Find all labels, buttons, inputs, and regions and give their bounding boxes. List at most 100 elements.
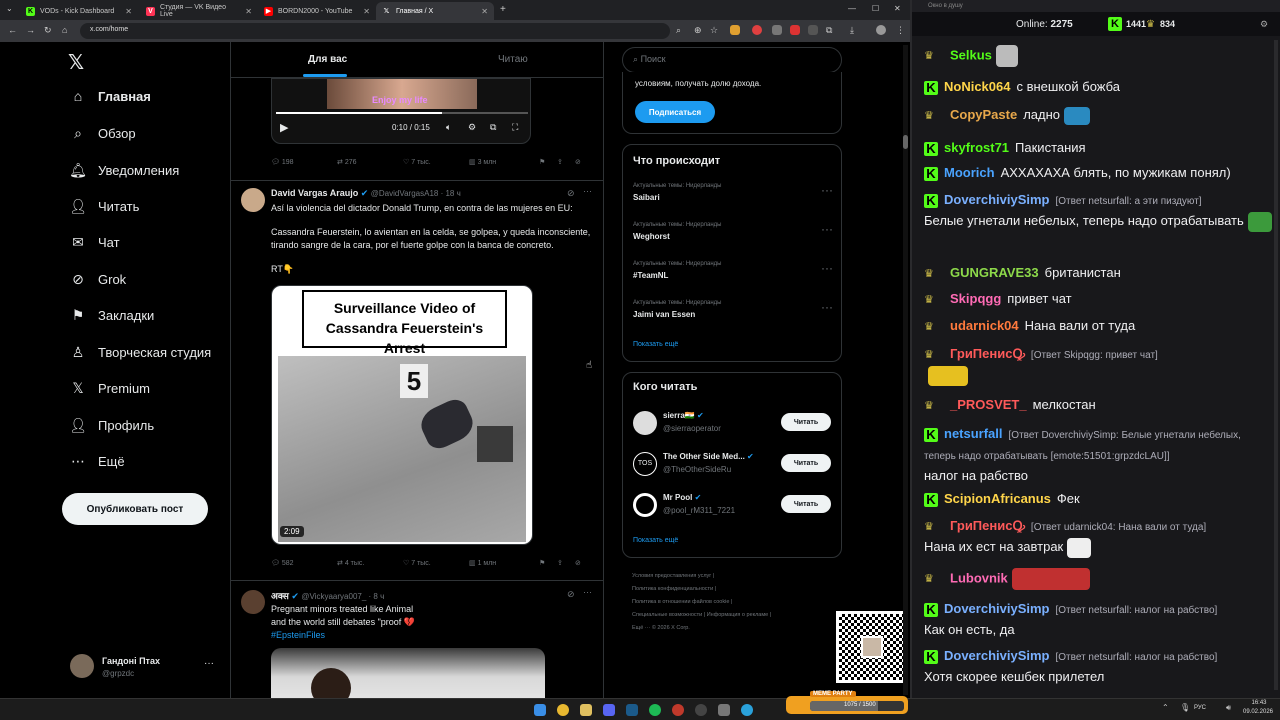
hashtag-link[interactable]: #EpsteinFiles: [271, 629, 596, 642]
download-icon[interactable]: ⤓: [850, 25, 854, 36]
more-icon[interactable]: ···: [583, 186, 592, 196]
chat-username[interactable]: Skipqgg: [950, 291, 1001, 306]
nav-profile[interactable]: 👤︎ Профиль: [69, 417, 154, 433]
trend-item[interactable]: Актуальные темы: Нидерланды Jaimi van Ess…: [633, 300, 833, 319]
home-icon[interactable]: ⌂: [62, 25, 67, 35]
video-progress-bar[interactable]: [276, 112, 528, 114]
nav-premium[interactable]: 𝕏 Premium: [70, 380, 150, 396]
footer-link[interactable]: Политика в отношении файлов cookie: [632, 599, 729, 605]
app-icon[interactable]: [672, 704, 684, 716]
puzzle-icon[interactable]: ⧉: [826, 25, 832, 36]
chat-username[interactable]: ScipionAfricanus: [944, 491, 1051, 506]
mute-icon[interactable]: 🔈︎: [446, 122, 451, 133]
forward-icon[interactable]: →: [26, 25, 35, 35]
follow-button[interactable]: Читать: [781, 495, 831, 513]
chat-username[interactable]: udarnick04: [950, 318, 1019, 333]
grok-icon[interactable]: ⊘: [575, 158, 581, 166]
tweet-author[interactable]: अक्स ✔ @Vickyaarya007_ · 8 ч: [271, 589, 384, 602]
close-window-icon[interactable]: ✕: [894, 4, 901, 13]
avatar[interactable]: [241, 188, 265, 212]
more-icon[interactable]: ···: [204, 658, 214, 669]
share-icon[interactable]: ⇪: [557, 559, 575, 567]
share-icon[interactable]: ⇪: [557, 158, 575, 166]
account-switcher[interactable]: Гандоні Птах @grpzdc ···: [70, 654, 220, 682]
nav-follow[interactable]: 👤︎ Читать: [69, 198, 139, 214]
clock-date[interactable]: 09.02.2026: [1240, 709, 1276, 715]
nav-creator-studio[interactable]: ♙ Творческая студия: [70, 344, 212, 360]
extension-icon[interactable]: [772, 25, 782, 35]
extension-icon[interactable]: [808, 25, 818, 35]
tweet-author[interactable]: David Vargas Araujo ✔ @DavidVargasA18 · …: [271, 188, 461, 199]
tab-youtube[interactable]: ▶ BORDN2000 - YouTube ✕: [258, 2, 376, 20]
discord-icon[interactable]: [603, 704, 615, 716]
search-page-icon[interactable]: ⌕: [676, 25, 681, 36]
maximize-icon[interactable]: ☐: [872, 4, 879, 13]
spotify-icon[interactable]: [649, 704, 661, 716]
footer-link[interactable]: Специальные возможности: [632, 612, 702, 618]
x-logo-icon[interactable]: 𝕏: [68, 50, 84, 75]
mic-icon[interactable]: 🎙︎: [1180, 703, 1190, 712]
footer-link[interactable]: Информация о рекламе: [707, 612, 768, 618]
chat-username[interactable]: ГриПенисꝘ: [950, 518, 1025, 533]
tab-following[interactable]: Читаю: [498, 54, 528, 65]
tab-kick[interactable]: K VODs - Kick Dashboard ✕: [20, 2, 138, 20]
bookmark-icon[interactable]: ⚑: [539, 158, 557, 166]
nav-notifications[interactable]: 🔔︎ Уведомления: [69, 162, 179, 178]
tab-list-icon[interactable]: ⌄: [6, 4, 13, 13]
back-icon[interactable]: ←: [8, 25, 17, 35]
views-button[interactable]: ▥ 3 млн: [469, 158, 539, 166]
post-button[interactable]: Опубликовать пост: [62, 493, 208, 525]
settings-icon[interactable]: ⚙: [468, 122, 476, 133]
new-tab-icon[interactable]: +: [500, 4, 506, 15]
reply-button[interactable]: 💬︎ 198: [271, 158, 337, 166]
chat-username[interactable]: ГриПенисꝘ: [950, 346, 1025, 361]
show-more-link[interactable]: Показать ещё: [633, 537, 678, 544]
chrome-icon[interactable]: [557, 704, 569, 716]
extension-icon[interactable]: [730, 25, 740, 35]
chat-username[interactable]: Lubovnik: [950, 570, 1008, 585]
trend-item[interactable]: Актуальные темы: Нидерланды Weghorst ···: [633, 222, 833, 241]
chat-username[interactable]: NoNick064: [944, 79, 1010, 94]
nav-bookmarks[interactable]: ⚑ Закладки: [70, 307, 155, 323]
close-icon[interactable]: ✕: [363, 7, 370, 16]
nav-more[interactable]: ⋯ Ещё: [70, 453, 125, 469]
menu-icon[interactable]: ⋮: [896, 25, 905, 36]
volume-icon[interactable]: 🔊︎: [1226, 703, 1231, 713]
folder-icon[interactable]: [580, 704, 592, 716]
play-icon[interactable]: ▶: [280, 121, 288, 134]
chat-username[interactable]: DoverchiviySimp: [944, 648, 1050, 663]
views-button[interactable]: ▥ 1 млн: [469, 559, 539, 567]
language-indicator[interactable]: РУС: [1194, 705, 1206, 711]
settings-icon[interactable]: ⚙: [1260, 19, 1268, 30]
grok-icon[interactable]: ⊘: [567, 188, 575, 199]
reply-button[interactable]: 💬︎ 582: [271, 559, 337, 567]
app-icon[interactable]: [718, 704, 730, 716]
follow-button[interactable]: Читать: [781, 454, 831, 472]
nav-grok[interactable]: ⊘ Grok: [70, 271, 126, 287]
chat-scrollbar[interactable]: [1274, 40, 1278, 690]
tweet-media[interactable]: Surveillance Video of Cassandra Feuerste…: [271, 285, 533, 545]
extension-icon[interactable]: [790, 25, 800, 35]
nav-chat[interactable]: ✉ Чат: [70, 234, 119, 250]
chat-username[interactable]: GUNGRAVE33: [950, 265, 1039, 280]
pip-icon[interactable]: ⧉: [490, 122, 496, 133]
grok-icon[interactable]: ⊘: [575, 559, 581, 567]
scrollbar-thumb[interactable]: [903, 135, 908, 149]
chat-username[interactable]: _PROSVET_: [950, 397, 1027, 412]
like-button[interactable]: ♡ 7 тыс.: [403, 158, 469, 166]
footer-link[interactable]: Условия предоставления услуг: [632, 573, 711, 579]
close-icon[interactable]: ✕: [125, 7, 132, 16]
telegram-icon[interactable]: [741, 704, 753, 716]
video-player[interactable]: Enjoy my life ▶ 0:10 / 0:15 🔈︎ ⚙ ⧉ ⛶: [271, 78, 531, 144]
url-field[interactable]: x.com/home: [80, 23, 670, 39]
footer-link[interactable]: Политика конфиденциальности: [632, 586, 713, 592]
repost-button[interactable]: ⇄ 276: [337, 158, 403, 166]
chat-username[interactable]: Moorich: [944, 165, 995, 180]
close-icon[interactable]: ✕: [481, 7, 488, 16]
trend-item[interactable]: Актуальные темы: Нидерланды Saibari ···: [633, 183, 833, 202]
tab-x[interactable]: 𝕏 Главная / X ✕: [376, 2, 494, 20]
subscribe-button[interactable]: Подписаться: [635, 101, 715, 123]
star-icon[interactable]: ☆: [710, 25, 718, 36]
footer-link[interactable]: Ещё ···: [632, 625, 650, 631]
show-more-link[interactable]: Показать ещё: [633, 341, 678, 348]
